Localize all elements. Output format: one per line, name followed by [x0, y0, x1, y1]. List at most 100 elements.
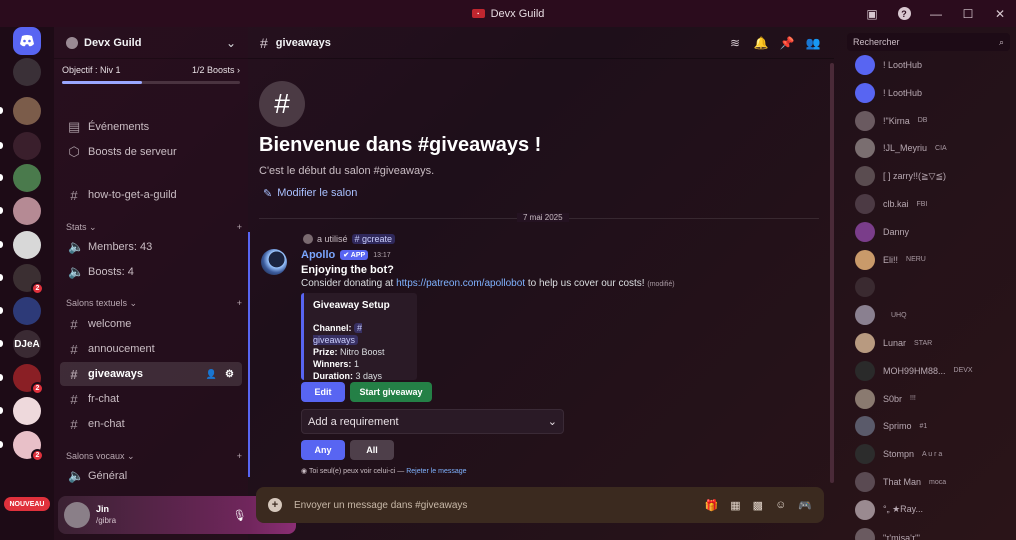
- new-badge[interactable]: NOUVEAU: [4, 497, 50, 511]
- category-text[interactable]: Salons textuels ⌄ +: [66, 298, 242, 309]
- server-icon[interactable]: DJeA: [13, 330, 41, 358]
- server-icon[interactable]: 2: [13, 264, 44, 295]
- boost-goal[interactable]: Objectif : Niv 1 1/2 Boosts ›: [54, 59, 248, 81]
- boosts-label: Boosts de serveur: [88, 146, 177, 158]
- bell-icon[interactable]: 🔔: [752, 36, 770, 50]
- server-icon[interactable]: 2: [13, 364, 44, 395]
- add-attachment-icon[interactable]: +: [268, 498, 282, 512]
- server-icon[interactable]: [13, 397, 41, 425]
- edit-channel-link[interactable]: ✎ Modifier le salon: [263, 187, 357, 200]
- channel-en-chat[interactable]: # en-chat: [60, 412, 242, 436]
- emoji-icon[interactable]: ☺: [775, 499, 786, 511]
- gear-icon[interactable]: ⚙: [225, 369, 234, 380]
- maximize-button[interactable]: ☐: [952, 0, 984, 27]
- microphone-icon[interactable]: 🎙: [232, 509, 246, 522]
- server-icon[interactable]: [13, 97, 41, 125]
- add-channel-icon[interactable]: +: [237, 451, 242, 462]
- channel-welcome[interactable]: # welcome: [60, 312, 242, 336]
- member-name: ! LootHub: [883, 60, 923, 70]
- any-button[interactable]: Any: [301, 440, 345, 460]
- member-item[interactable]: UHQ: [855, 304, 907, 326]
- member-item[interactable]: [855, 276, 891, 298]
- avatar: [855, 527, 875, 540]
- server-icon[interactable]: [13, 58, 41, 86]
- channel-fr-chat[interactable]: # fr-chat: [60, 387, 242, 411]
- minimize-button[interactable]: —: [920, 0, 952, 27]
- members-icon[interactable]: 👥: [804, 36, 822, 50]
- gift-icon[interactable]: 🎁: [705, 499, 719, 512]
- command-mention[interactable]: # gcreate: [351, 234, 396, 244]
- activities-icon[interactable]: 🎮: [798, 499, 812, 512]
- avatar[interactable]: [64, 502, 90, 528]
- sidebar-item-boosts[interactable]: ⬡ Boosts de serveur: [60, 140, 242, 164]
- edit-button[interactable]: Edit: [301, 382, 345, 402]
- gif-icon[interactable]: ▦: [730, 499, 740, 512]
- edited-label: (modifié): [647, 281, 675, 288]
- patreon-link[interactable]: https://patreon.com/apollobot: [396, 278, 525, 289]
- start-giveaway-button[interactable]: Start giveaway: [350, 382, 432, 402]
- member-item[interactable]: ! LootHub: [855, 82, 930, 104]
- member-item[interactable]: Eli!! NERU: [855, 249, 926, 271]
- member-tag: STAR: [914, 339, 933, 347]
- home-discord-icon[interactable]: [13, 27, 41, 55]
- close-button[interactable]: ✕: [984, 0, 1016, 27]
- server-icon[interactable]: [13, 132, 41, 160]
- member-item[interactable]: clb.kai FBI: [855, 193, 927, 215]
- guild-header[interactable]: Devx Guild ⌄: [54, 27, 248, 59]
- voice-boosts-stat[interactable]: 🔈 Boosts: 4: [60, 260, 242, 284]
- message-composer[interactable]: + Envoyer un message dans #giveaways 🎁 ▦…: [256, 487, 824, 523]
- server-icon[interactable]: [13, 297, 41, 325]
- member-item[interactable]: Danny: [855, 221, 917, 243]
- member-item[interactable]: !JL_Meyriu CIA: [855, 137, 947, 159]
- chevron-down-icon[interactable]: ⌄: [226, 36, 236, 50]
- member-name: !JL_Meyriu: [883, 143, 928, 154]
- sticker-icon[interactable]: ▩: [753, 499, 763, 512]
- add-channel-icon[interactable]: +: [237, 298, 242, 309]
- member-item[interactable]: That Man moca: [855, 471, 946, 493]
- member-item[interactable]: !"Kirna DB: [855, 110, 927, 132]
- scrollbar[interactable]: [830, 63, 834, 483]
- invite-icon[interactable]: 👤: [206, 369, 217, 380]
- avatar: [855, 138, 875, 159]
- member-item[interactable]: [ ] zarry!!(≧▽≦): [855, 165, 954, 187]
- hash-icon: #: [70, 391, 78, 407]
- channel-annoucement[interactable]: # annoucement: [60, 337, 242, 361]
- member-name: Stompn: [883, 449, 915, 460]
- voice-general[interactable]: 🔈 Général: [60, 464, 242, 488]
- search-input[interactable]: Rechercher ⌕: [847, 33, 1010, 51]
- member-item[interactable]: Lunar STAR: [855, 332, 932, 354]
- server-icon[interactable]: [13, 164, 41, 192]
- add-channel-icon[interactable]: +: [237, 222, 242, 233]
- author-name[interactable]: Apollo: [301, 249, 335, 261]
- avatar: [855, 221, 875, 242]
- member-item[interactable]: S0br!!!: [855, 388, 916, 410]
- member-item[interactable]: MOH99HM88... DEVX: [855, 360, 973, 382]
- inbox-icon[interactable]: ▣: [856, 0, 888, 27]
- server-icon[interactable]: 2: [13, 431, 44, 462]
- member-item[interactable]: ! LootHub: [855, 54, 930, 76]
- requirement-select[interactable]: Add a requirement ⌄: [301, 409, 564, 434]
- sidebar-item-events[interactable]: ▤ Événements: [60, 115, 242, 139]
- avatar[interactable]: [261, 249, 287, 275]
- channel-how-to-get-a-guild[interactable]: # how-to-get-a-guild: [60, 183, 242, 207]
- dismiss-message-link[interactable]: Rejeter le message: [406, 468, 466, 475]
- server-icon[interactable]: [13, 231, 41, 259]
- member-item[interactable]: Stompn A u r a: [855, 443, 942, 465]
- hash-icon: #: [70, 341, 78, 357]
- threads-icon[interactable]: ≋: [726, 36, 744, 50]
- chevron-down-icon: ⌄: [547, 416, 557, 428]
- category-voice[interactable]: Salons vocaux ⌄ +: [66, 451, 242, 462]
- message-input[interactable]: Envoyer un message dans #giveaways: [294, 500, 693, 511]
- channel-giveaways[interactable]: # giveaways 👤 ⚙: [60, 362, 242, 386]
- pin-icon[interactable]: 📌: [778, 36, 796, 50]
- member-item[interactable]: Sprimo #1: [855, 415, 927, 437]
- category-stats[interactable]: Stats ⌄ +: [66, 222, 242, 233]
- category-label: Stats: [66, 222, 87, 232]
- server-icon[interactable]: [13, 197, 41, 225]
- member-item[interactable]: °„ ★Ray...: [855, 499, 931, 521]
- help-icon[interactable]: ?: [888, 0, 920, 27]
- member-item[interactable]: "ɪ'misa'ɪ'": [855, 527, 928, 540]
- all-button[interactable]: All: [350, 440, 394, 460]
- ephemeral-note: ◉ Toi seul(e) peux voir celui-ci — Rejet…: [301, 467, 467, 475]
- voice-members-stat[interactable]: 🔈 Members: 43: [60, 235, 242, 259]
